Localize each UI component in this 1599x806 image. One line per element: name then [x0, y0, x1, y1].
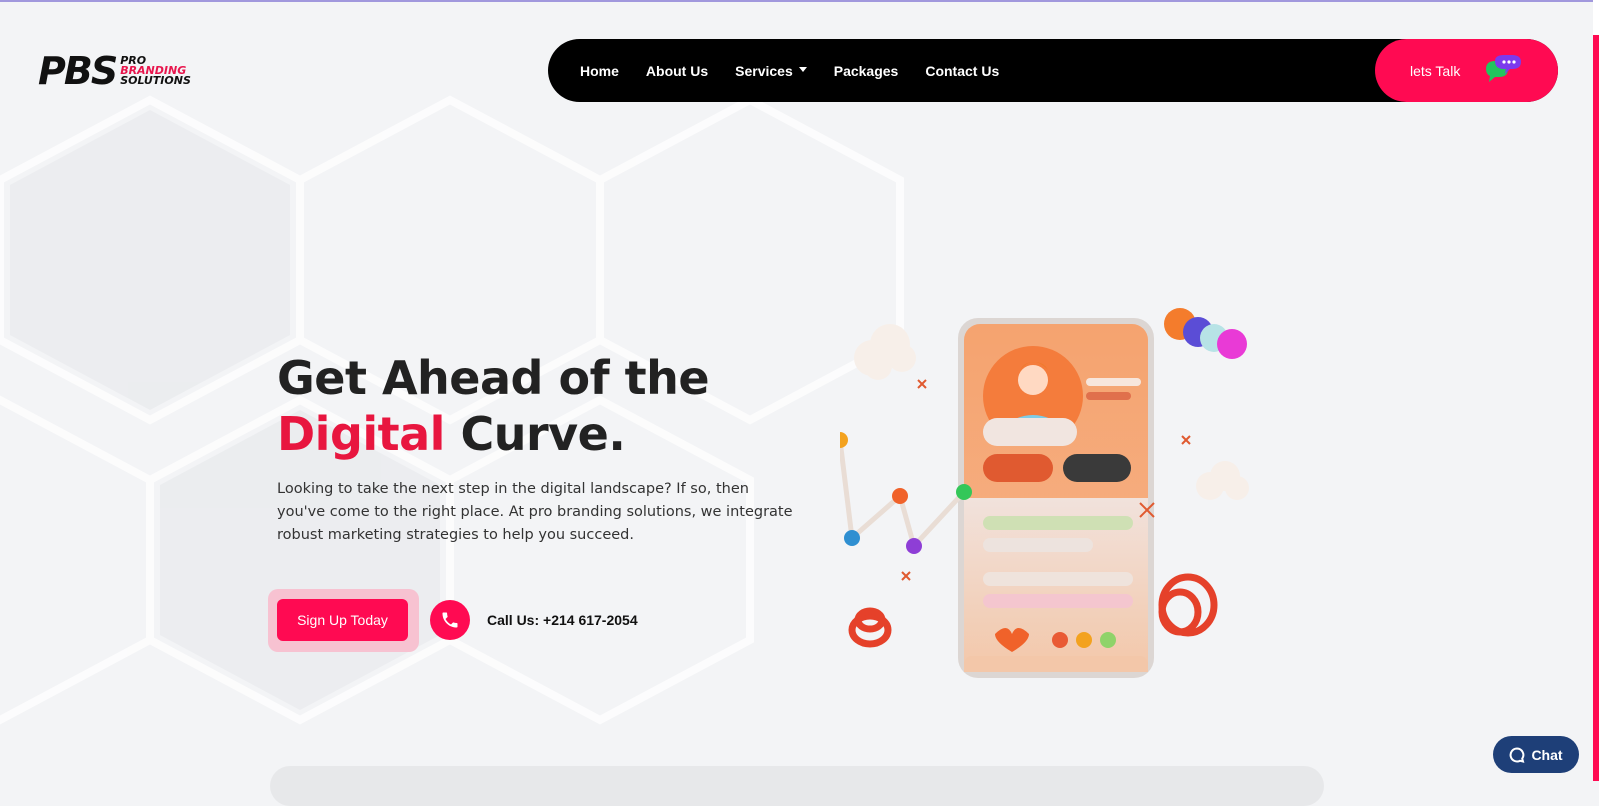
lets-talk-button[interactable]: lets Talk [1375, 39, 1558, 102]
hero-title-accent: Digital [277, 407, 445, 461]
nav-item-contact-us[interactable]: Contact Us [925, 63, 999, 79]
chat-bubbles-icon [1486, 55, 1521, 82]
signup-button-halo: Sign Up Today [268, 589, 419, 652]
brand-logo[interactable]: PBS PRO BRANDING SOLUTIONS [38, 52, 293, 90]
nav-item-services-label: Services [735, 62, 793, 79]
hero-title: Get Ahead of the Digital Curve. [277, 350, 710, 462]
logo-text: PRO BRANDING SOLUTIONS [120, 55, 191, 87]
chevron-down-icon [798, 67, 807, 72]
main-navbar: Home About Us Services Packages Contact … [548, 39, 1558, 102]
nav-links: Home About Us Services Packages Contact … [580, 63, 1026, 79]
nav-item-services[interactable]: Services [735, 63, 807, 79]
right-edge-stripe [1593, 0, 1599, 781]
logo-mark: PBS [38, 49, 118, 93]
phone-button[interactable] [430, 600, 470, 640]
hero-title-line-1: Get Ahead of the [277, 351, 710, 405]
call-us-text[interactable]: Call Us: +214 617-2054 [487, 612, 638, 628]
next-section-card [270, 766, 1324, 806]
nav-item-packages[interactable]: Packages [834, 63, 899, 79]
phone-icon [442, 612, 458, 628]
hexagon-background [0, 95, 904, 725]
chat-icon [1510, 746, 1525, 763]
nav-item-about-us[interactable]: About Us [646, 63, 708, 79]
logo-line-3: SOLUTIONS [120, 74, 191, 87]
chat-widget-button[interactable]: Chat [1493, 736, 1579, 773]
nav-item-home[interactable]: Home [580, 63, 619, 79]
signup-button[interactable]: Sign Up Today [277, 599, 408, 641]
hero-description: Looking to take the next step in the dig… [277, 481, 793, 543]
hero-title-rest: Curve. [444, 407, 626, 461]
lets-talk-label: lets Talk [1410, 62, 1461, 79]
hero-phone-illustration [840, 308, 1249, 678]
chat-widget-label: Chat [1531, 746, 1563, 763]
